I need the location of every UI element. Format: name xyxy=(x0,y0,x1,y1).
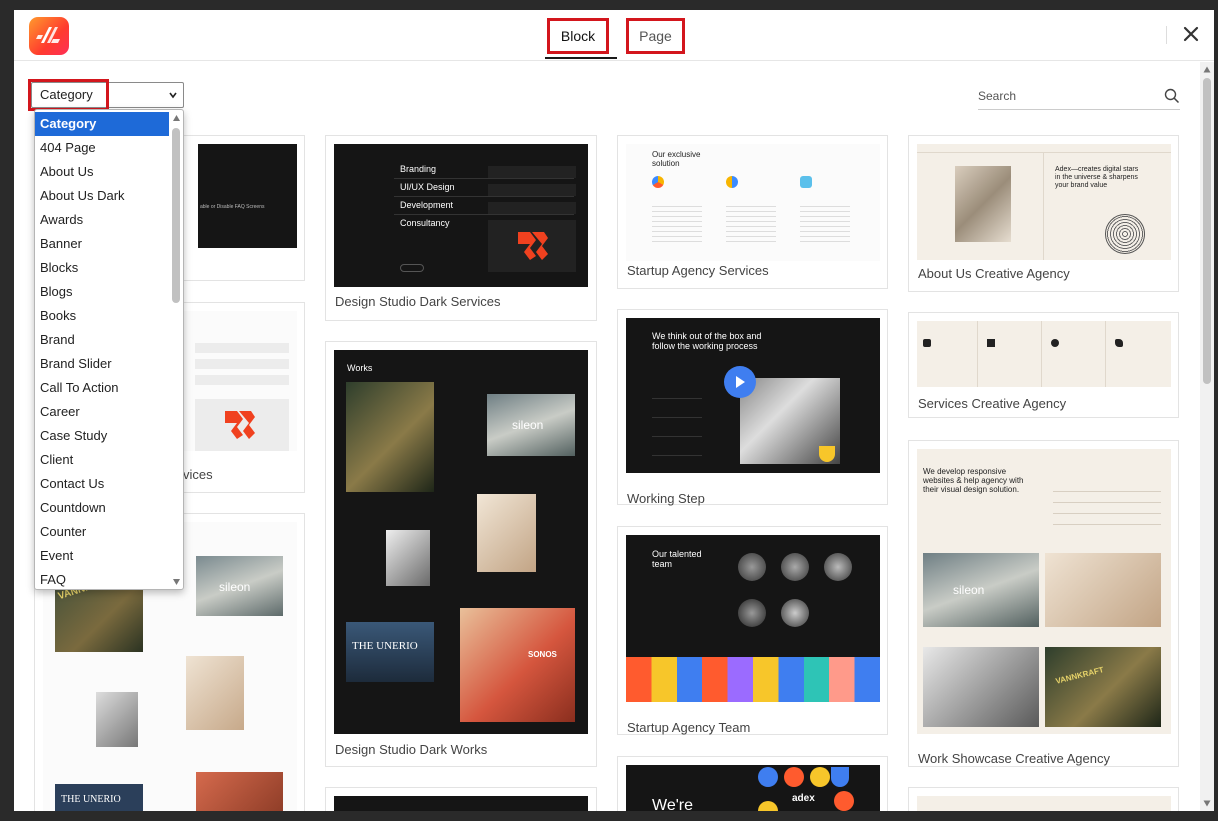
thumb-brand-sileon: sileon xyxy=(512,418,544,432)
chevron-down-icon xyxy=(168,88,178,103)
category-option[interactable]: FAQ xyxy=(35,568,169,589)
template-card-services-creative-agency[interactable]: Services Creative Agency xyxy=(908,312,1179,418)
category-option[interactable]: Books xyxy=(35,304,169,328)
template-library-modal: Block Page Category able or Disable FAQ … xyxy=(14,10,1214,811)
thumb-brand-unerio: THE UNERIO xyxy=(61,794,121,805)
scroll-down-icon[interactable] xyxy=(1203,800,1211,807)
category-option[interactable]: Call To Action xyxy=(35,376,169,400)
template-thumbnail: able or Disable FAQ Screens xyxy=(198,144,297,248)
template-card-working-step[interactable]: We think out of the box and follow the w… xyxy=(617,309,888,506)
thumb-faq-text: able or Disable FAQ Screens xyxy=(200,204,265,210)
template-card-cream[interactable] xyxy=(908,787,1179,811)
category-option[interactable]: Countdown xyxy=(35,496,169,520)
thumb-showcase-title: We develop responsive websites & help ag… xyxy=(923,467,1024,494)
category-option[interactable]: 404 Page xyxy=(35,136,169,160)
template-thumbnail: We think out of the box and follow the w… xyxy=(626,318,880,473)
modal-header: Block Page xyxy=(14,10,1214,61)
template-card-label: Services Creative Agency xyxy=(918,396,1067,411)
template-card-label: vices xyxy=(183,467,213,482)
search-box xyxy=(978,86,1180,110)
template-card-label: Working Step xyxy=(627,491,705,506)
template-card-design-studio-dark-services[interactable]: Branding UI/UX Design Development Consul… xyxy=(325,135,597,321)
thumb-brand-sileon: sileon xyxy=(219,580,251,594)
template-card-dark[interactable] xyxy=(325,787,597,811)
category-option[interactable]: Career xyxy=(35,400,169,424)
scroll-up-icon[interactable] xyxy=(172,114,181,122)
template-card-label: Design Studio Dark Services xyxy=(335,294,501,309)
thumb-service-branding: Branding xyxy=(400,164,437,174)
search-input[interactable] xyxy=(978,86,1148,106)
thumb-startup-title: Our exclusive solution xyxy=(652,150,701,168)
template-card-startup-hero[interactable]: We're adex xyxy=(617,756,888,811)
category-option[interactable]: Event xyxy=(35,544,169,568)
category-option[interactable]: About Us xyxy=(35,160,169,184)
thumb-service-development: Development xyxy=(400,200,454,210)
category-dropdown-list[interactable]: Category 404 Page About Us About Us Dark… xyxy=(34,109,184,590)
scroll-up-icon[interactable] xyxy=(1203,66,1211,73)
category-option[interactable]: Category xyxy=(35,112,169,136)
template-card-design-studio-dark-works[interactable]: Works sileon THE UNERIO SONOS Design Stu… xyxy=(325,341,597,767)
category-option[interactable]: Blocks xyxy=(35,256,169,280)
category-option[interactable]: Contact Us xyxy=(35,472,169,496)
category-option[interactable]: Blogs xyxy=(35,280,169,304)
tab-page[interactable]: Page xyxy=(626,18,685,54)
thumb-service-consultancy: Consultancy xyxy=(400,218,450,228)
category-option[interactable]: Counter xyxy=(35,520,169,544)
category-select-highlight xyxy=(28,79,109,111)
scroll-down-icon[interactable] xyxy=(172,578,181,586)
template-card-label: Work Showcase Creative Agency xyxy=(918,751,1110,766)
thumb-brand-sileon: sileon xyxy=(953,583,985,597)
thumb-brand-sonos: SONOS xyxy=(528,650,557,659)
search-icon[interactable] xyxy=(1164,88,1180,109)
thumb-working-step-title: We think out of the box and follow the w… xyxy=(652,331,762,351)
template-card-work-showcase-creative-agency[interactable]: We develop responsive websites & help ag… xyxy=(908,440,1179,767)
category-option[interactable]: Case Study xyxy=(35,424,169,448)
template-thumbnail xyxy=(334,796,588,811)
category-option[interactable]: Awards xyxy=(35,208,169,232)
template-card-label: About Us Creative Agency xyxy=(918,266,1070,281)
category-options: Category 404 Page About Us About Us Dark… xyxy=(35,112,169,589)
template-card-label: Startup Agency Team xyxy=(627,720,751,735)
template-card-startup-agency-team[interactable]: Our talented team Startup Agency Team xyxy=(617,526,888,735)
template-thumbnail: Branding UI/UX Design Development Consul… xyxy=(334,144,588,287)
category-option[interactable]: Brand xyxy=(35,328,169,352)
thumb-brand-adex: adex xyxy=(792,793,815,804)
template-card-about-us-creative-agency[interactable]: Adex—creates digital stars in the univer… xyxy=(908,135,1179,292)
page-scrollbar[interactable] xyxy=(1200,62,1214,811)
tab-block[interactable]: Block xyxy=(547,18,609,54)
close-icon[interactable] xyxy=(1180,23,1202,45)
template-card-startup-agency-services[interactable]: Our exclusive solution Startup Agency Se… xyxy=(617,135,888,289)
header-divider xyxy=(1166,26,1167,44)
template-thumbnail: Adex—creates digital stars in the univer… xyxy=(917,144,1171,260)
category-option[interactable]: Brand Slider xyxy=(35,352,169,376)
template-thumbnail: We're adex xyxy=(626,765,880,811)
app-logo xyxy=(29,17,69,55)
thumb-works-title: Works xyxy=(347,363,373,373)
template-thumbnail: Works sileon THE UNERIO SONOS xyxy=(334,350,588,734)
template-thumbnail: We develop responsive websites & help ag… xyxy=(917,449,1171,734)
thumb-about-title: Adex—creates digital stars in the univer… xyxy=(1055,166,1139,189)
thumb-service-uiux: UI/UX Design xyxy=(400,182,455,192)
template-thumbnail: Our exclusive solution xyxy=(626,144,880,261)
thumb-brand-unerio: THE UNERIO xyxy=(352,640,418,652)
thumb-were-text: We're xyxy=(652,797,693,811)
template-thumbnail: Our talented team xyxy=(626,535,880,702)
template-thumbnail xyxy=(917,321,1171,387)
template-card-label: Design Studio Dark Works xyxy=(335,742,488,757)
category-option[interactable]: Client xyxy=(35,448,169,472)
thumb-team-title: Our talented team xyxy=(652,549,702,569)
active-tab-indicator xyxy=(545,57,617,59)
dropdown-scroll-thumb[interactable] xyxy=(172,128,180,303)
category-option[interactable]: Banner xyxy=(35,232,169,256)
template-thumbnail xyxy=(917,796,1171,811)
template-card-label: Startup Agency Services xyxy=(627,263,769,278)
page-scroll-thumb[interactable] xyxy=(1203,78,1211,384)
category-option[interactable]: About Us Dark xyxy=(35,184,169,208)
